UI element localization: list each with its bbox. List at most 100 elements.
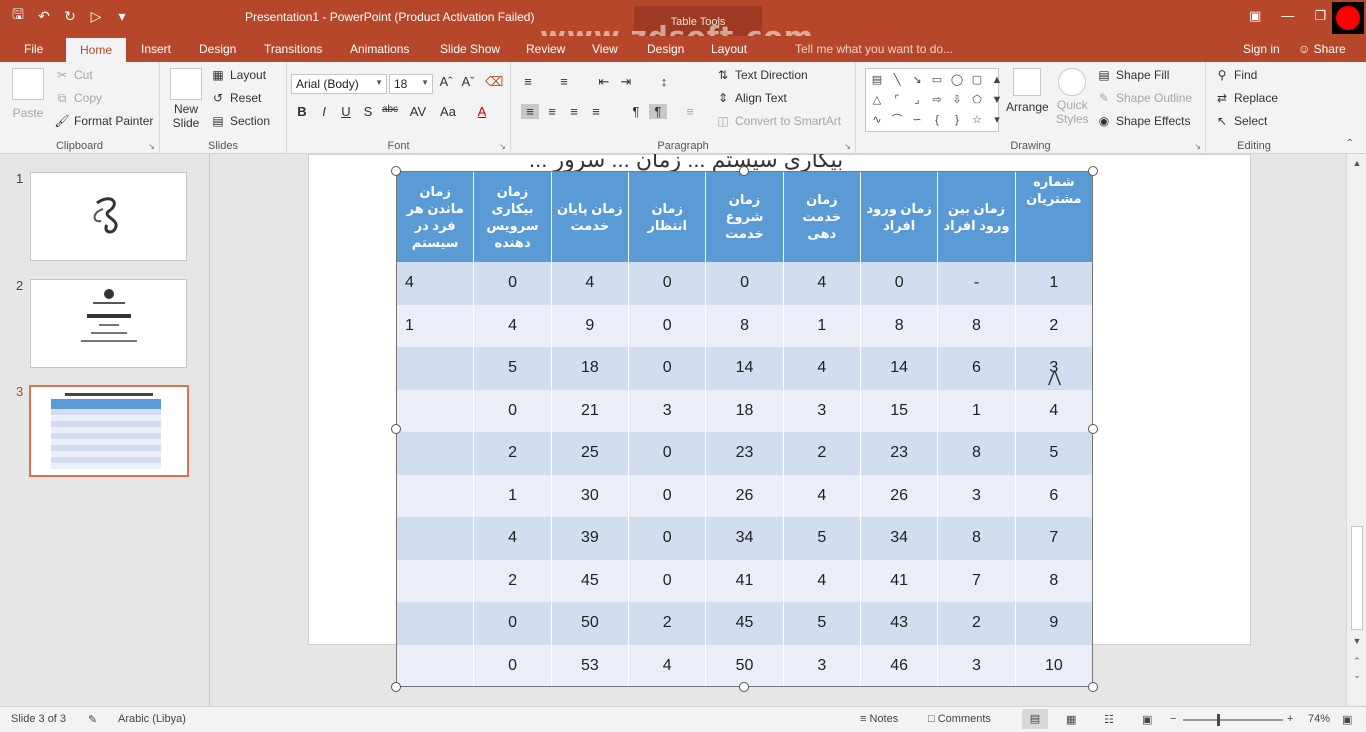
tab-design[interactable]: Design — [199, 42, 236, 56]
triangle-shape-icon[interactable]: △ — [868, 91, 886, 109]
vertical-scrollbar[interactable]: ▲ ▼ ⌃ ⌄ — [1346, 154, 1366, 706]
layout-button[interactable]: ▦ Layout — [210, 68, 266, 82]
table-cell[interactable]: 39 — [550, 517, 630, 560]
slide-thumbnail-2[interactable] — [30, 279, 187, 368]
table-cell[interactable]: 5 — [782, 602, 862, 645]
table-cell[interactable]: 0 — [628, 559, 707, 602]
restore-icon[interactable]: ❐ — [1314, 8, 1326, 24]
table-cell[interactable]: 0 — [628, 517, 707, 560]
table-cell[interactable]: 2 — [782, 432, 862, 475]
table-cell[interactable]: 0 — [628, 347, 707, 390]
zoom-slider-thumb[interactable] — [1217, 714, 1220, 726]
share-button[interactable]: ☺ Share — [1298, 42, 1346, 56]
table-cell[interactable] — [395, 347, 475, 390]
tab-table-design[interactable]: Design — [647, 42, 684, 56]
table-cell[interactable]: 4 — [550, 262, 630, 305]
table-cell[interactable]: 4 — [473, 517, 552, 560]
table-cell[interactable] — [395, 474, 475, 517]
tell-me-box[interactable]: Tell me what you want to do... — [795, 42, 953, 56]
table-cell[interactable]: 4 — [1014, 389, 1094, 432]
header-cell[interactable]: زمان ورود افراد — [860, 171, 939, 262]
table-cell[interactable]: 2 — [937, 602, 1016, 645]
table-cell[interactable]: 0 — [860, 262, 939, 305]
table-cell[interactable]: 18 — [550, 347, 630, 390]
table-cell[interactable]: 41 — [860, 559, 939, 602]
table-cell[interactable] — [395, 602, 475, 645]
decrease-indent-icon[interactable]: ⇤ — [595, 74, 613, 90]
header-cell[interactable]: زمان خدمت دهی — [782, 171, 862, 262]
table-cell[interactable]: 9 — [1014, 602, 1094, 645]
table-cell[interactable]: 3 — [628, 389, 707, 432]
tab-table-layout[interactable]: Layout — [711, 42, 747, 56]
normal-view-icon[interactable]: ▤ — [1022, 709, 1048, 729]
rectangle-shape-icon[interactable]: ▭ — [928, 71, 946, 89]
rtl-icon[interactable]: ¶ — [649, 104, 667, 119]
format-painter-button[interactable]: 🖌 Format Painter — [54, 114, 153, 128]
tab-file[interactable]: File — [24, 42, 43, 56]
grow-font-icon[interactable]: Aˆ — [437, 74, 455, 89]
shapes-gallery[interactable]: ▤ ╲ ↘ ▭ ◯ ▢ ▲ △ ⌜ ⌟ ⇨ ⇩ ⬠ ▼ ∿ ⌒ ∽ { } ☆ … — [865, 68, 1002, 132]
down-arrow-shape-icon[interactable]: ⇩ — [948, 91, 966, 109]
table-cell[interactable]: 14 — [705, 347, 784, 390]
table-cell[interactable]: 2 — [628, 602, 707, 645]
numbering-icon[interactable]: ≡ — [555, 74, 573, 89]
shrink-font-icon[interactable]: Aˇ — [459, 74, 477, 89]
table-cell[interactable]: 5 — [473, 347, 552, 390]
zoom-out-icon[interactable]: − — [1170, 713, 1176, 725]
section-button[interactable]: ▤ Section — [210, 114, 270, 128]
cut-button[interactable]: ✂ Cut — [54, 68, 93, 82]
table-cell[interactable]: 4 — [782, 559, 862, 602]
pentagon-shape-icon[interactable]: ⬠ — [968, 91, 986, 109]
table-cell[interactable]: 8 — [1014, 559, 1094, 602]
align-left-icon[interactable]: ≡ — [521, 104, 539, 119]
align-center-icon[interactable]: ≡ — [543, 104, 561, 119]
table-cell[interactable]: 34 — [860, 517, 939, 560]
table-cell[interactable]: 4 — [782, 262, 862, 305]
increase-indent-icon[interactable]: ⇥ — [617, 74, 635, 90]
paste-button[interactable]: Paste — [12, 68, 44, 120]
table-cell[interactable]: 0 — [473, 262, 552, 305]
tab-insert[interactable]: Insert — [141, 42, 171, 56]
table-cell[interactable]: 45 — [705, 602, 784, 645]
find-button[interactable]: ⚲ Find — [1214, 68, 1258, 82]
header-cell[interactable]: زمان شروع خدمت — [705, 171, 784, 262]
scroll-shapes-icon[interactable]: ▼ — [988, 91, 1006, 109]
bold-icon[interactable]: B — [293, 104, 311, 119]
table-cell[interactable]: 15 — [860, 389, 939, 432]
redo-icon[interactable]: ↻ — [60, 6, 80, 26]
table-cell[interactable]: 1 — [395, 304, 475, 347]
table-cell[interactable]: 23 — [705, 432, 784, 475]
table-cell[interactable]: 8 — [937, 304, 1016, 347]
zoom-slider[interactable] — [1183, 714, 1283, 726]
columns-icon[interactable]: ≡ — [681, 104, 699, 119]
font-color-icon[interactable]: A — [473, 104, 491, 119]
rounded-rect-shape-icon[interactable]: ▢ — [968, 71, 986, 89]
notes-button[interactable]: ≡ Notes — [860, 713, 898, 725]
curve-shape-icon[interactable]: ∽ — [908, 111, 926, 129]
save-icon[interactable]: 🖫 — [8, 6, 28, 26]
resize-handle[interactable] — [391, 424, 401, 434]
resize-handle[interactable] — [1088, 424, 1098, 434]
quick-styles-button[interactable]: Quick Styles — [1056, 68, 1089, 126]
start-from-beginning-icon[interactable]: ▷ — [86, 6, 106, 26]
table-cell[interactable]: 10 — [1014, 644, 1094, 687]
arrow-shape-icon[interactable]: ↘ — [908, 71, 926, 89]
clipboard-launcher-icon[interactable]: ↘ — [148, 142, 155, 151]
table-cell[interactable]: 18 — [705, 389, 784, 432]
resize-handle[interactable] — [391, 682, 401, 692]
table-cell[interactable]: 7 — [937, 559, 1016, 602]
select-button[interactable]: ↖ Select — [1214, 114, 1267, 128]
header-cell[interactable]: زمان پایان خدمت — [550, 171, 630, 262]
slide-thumbnail-1[interactable] — [30, 172, 187, 261]
sign-in-link[interactable]: Sign in — [1243, 42, 1280, 56]
justify-icon[interactable]: ≡ — [587, 104, 605, 119]
header-cell[interactable]: زمان بیکاری سرویس دهنده — [473, 171, 552, 262]
resize-handle[interactable] — [391, 166, 401, 176]
table-cell[interactable]: 8 — [937, 432, 1016, 475]
zoom-level[interactable]: 74% — [1308, 713, 1330, 725]
right-arrow-shape-icon[interactable]: ⇨ — [928, 91, 946, 109]
resize-handle[interactable] — [739, 166, 749, 176]
table-cell[interactable]: 2 — [473, 559, 552, 602]
table-cell[interactable]: 8 — [860, 304, 939, 347]
table-cell[interactable]: 3 — [782, 644, 862, 687]
